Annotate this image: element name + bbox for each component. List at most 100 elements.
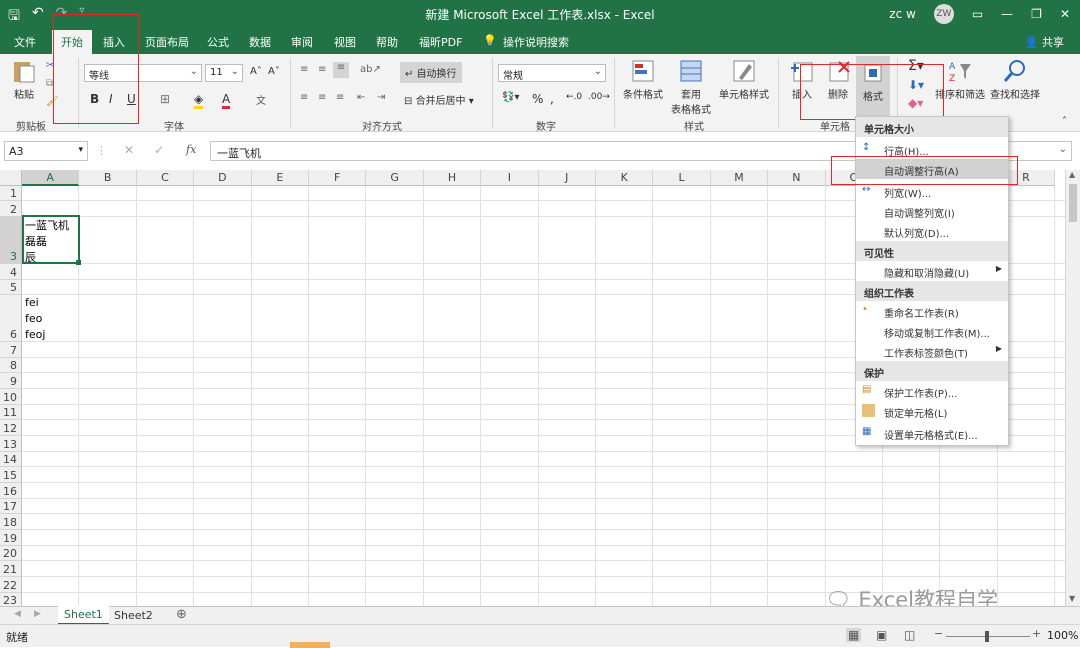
- row-header[interactable]: 10: [0, 389, 22, 405]
- select-all-corner[interactable]: [0, 170, 22, 186]
- row-header[interactable]: 3: [0, 217, 22, 264]
- zoom-out-icon[interactable]: −: [934, 627, 943, 640]
- column-header[interactable]: M: [710, 170, 769, 186]
- merge-center-button[interactable]: ⊟ 合并后居中 ▾: [404, 92, 474, 107]
- decrease-indent-icon[interactable]: ⇤: [357, 92, 365, 103]
- tab-review[interactable]: 审阅: [291, 34, 313, 50]
- decrease-decimal-icon[interactable]: .00→: [588, 92, 610, 102]
- normal-view-icon[interactable]: ▦: [846, 628, 862, 642]
- sheet-tab-sheet1[interactable]: Sheet1: [58, 606, 109, 625]
- row-header[interactable]: 21: [0, 561, 22, 577]
- scroll-up-icon[interactable]: ▲: [1069, 170, 1075, 179]
- scroll-down-icon[interactable]: ▼: [1069, 594, 1075, 603]
- menu-tab-color[interactable]: 工作表标签颜色(T) ▶: [856, 341, 1008, 361]
- paste-button[interactable]: 粘贴: [8, 58, 40, 101]
- percent-icon[interactable]: %: [532, 92, 543, 106]
- row-header[interactable]: 23: [0, 593, 22, 606]
- column-header[interactable]: J: [538, 170, 596, 186]
- conditional-format-button[interactable]: 条件格式: [620, 58, 666, 101]
- tab-view[interactable]: 视图: [334, 34, 356, 50]
- fill-color-icon[interactable]: ◈: [194, 92, 204, 109]
- align-bottom-icon[interactable]: ≡: [333, 62, 349, 78]
- restore-icon[interactable]: ❐: [1031, 7, 1042, 21]
- align-right-icon[interactable]: ≡: [336, 92, 344, 103]
- zoom-in-icon[interactable]: +: [1032, 627, 1041, 640]
- increase-indent-icon[interactable]: ⇥: [377, 92, 385, 103]
- row-header[interactable]: 11: [0, 405, 22, 420]
- zoom-level[interactable]: 100%: [1047, 629, 1078, 642]
- row-header[interactable]: 14: [0, 452, 22, 467]
- row-header[interactable]: 7: [0, 342, 22, 358]
- row-header[interactable]: 20: [0, 546, 22, 561]
- column-header[interactable]: E: [251, 170, 309, 186]
- row-header[interactable]: 16: [0, 483, 22, 499]
- row-header[interactable]: 9: [0, 373, 22, 389]
- column-header[interactable]: N: [768, 170, 826, 186]
- cell-styles-button[interactable]: 单元格样式: [716, 58, 772, 101]
- tab-formulas[interactable]: 公式: [207, 34, 229, 50]
- align-middle-icon[interactable]: ≡: [318, 64, 326, 75]
- row-header[interactable]: 19: [0, 530, 22, 546]
- sheet-tab-sheet2[interactable]: Sheet2: [110, 608, 157, 623]
- find-select-button[interactable]: 查找和选择: [988, 58, 1042, 101]
- orientation-icon[interactable]: ab↗: [360, 64, 381, 75]
- menu-hide-unhide[interactable]: 隐藏和取消隐藏(U) ▶: [856, 261, 1008, 281]
- function-icon[interactable]: fx: [186, 143, 196, 156]
- tell-me-search[interactable]: 操作说明搜索: [503, 34, 569, 50]
- cancel-icon[interactable]: ✕: [124, 143, 134, 157]
- row-header[interactable]: 4: [0, 264, 22, 280]
- row-header[interactable]: 18: [0, 514, 22, 530]
- align-top-icon[interactable]: ≡: [300, 64, 308, 75]
- column-header[interactable]: B: [79, 170, 137, 186]
- row-header[interactable]: 13: [0, 436, 22, 452]
- column-header[interactable]: A: [22, 170, 80, 186]
- menu-default-width[interactable]: 默认列宽(D)...: [856, 221, 1008, 241]
- column-header[interactable]: H: [423, 170, 482, 186]
- row-header[interactable]: 22: [0, 577, 22, 593]
- row-header[interactable]: 1: [0, 186, 22, 201]
- column-header[interactable]: L: [653, 170, 711, 186]
- font-size-select[interactable]: 11 ⌄: [205, 64, 243, 82]
- tab-file[interactable]: 文件: [14, 34, 36, 50]
- prev-sheet-icon[interactable]: ◀: [14, 609, 21, 619]
- fill-handle[interactable]: [76, 260, 81, 265]
- phonetic-icon[interactable]: 文: [256, 92, 266, 107]
- column-header[interactable]: C: [136, 170, 195, 186]
- close-icon[interactable]: ✕: [1060, 7, 1070, 21]
- row-header[interactable]: 8: [0, 358, 22, 373]
- row-header[interactable]: 5: [0, 280, 22, 295]
- scroll-thumb[interactable]: [1069, 184, 1077, 222]
- minimize-icon[interactable]: —: [1001, 7, 1013, 21]
- column-header[interactable]: D: [194, 170, 252, 186]
- menu-lock-cell[interactable]: 锁定单元格(L): [856, 401, 1008, 421]
- column-header[interactable]: F: [309, 170, 367, 186]
- page-layout-view-icon[interactable]: ▣: [876, 628, 887, 642]
- avatar[interactable]: ZW: [933, 4, 954, 24]
- column-header[interactable]: K: [596, 170, 654, 186]
- add-sheet-icon[interactable]: ⊕: [176, 607, 187, 622]
- menu-move-copy[interactable]: 移动或复制工作表(M)...: [856, 321, 1008, 341]
- row-header[interactable]: 17: [0, 499, 22, 514]
- tab-foxit-pdf[interactable]: 福昕PDF: [419, 34, 462, 50]
- share-button[interactable]: 👤 共享: [1025, 34, 1064, 50]
- format-as-table-button[interactable]: 套用 表格格式: [668, 58, 714, 116]
- wrap-text-button[interactable]: ↵ 自动换行: [400, 62, 462, 83]
- ribbon-display-icon[interactable]: ▭: [972, 7, 983, 21]
- number-format-select[interactable]: 常规 ⌄: [498, 64, 606, 82]
- align-center-icon[interactable]: ≡: [318, 92, 326, 103]
- comma-icon[interactable]: ,: [550, 92, 554, 106]
- tab-help[interactable]: 帮助: [376, 34, 398, 50]
- page-break-view-icon[interactable]: ◫: [904, 628, 915, 642]
- menu-protect-sheet[interactable]: ▤ 保护工作表(P)...: [856, 381, 1008, 401]
- column-header[interactable]: I: [481, 170, 539, 186]
- decrease-font-icon[interactable]: A˅: [268, 66, 280, 77]
- vertical-scrollbar[interactable]: ▲ ▼: [1065, 170, 1080, 606]
- menu-format-cells[interactable]: ▦ 设置单元格格式(E)...: [856, 423, 1008, 443]
- tab-data[interactable]: 数据: [249, 34, 271, 50]
- increase-decimal-icon[interactable]: ←.0: [566, 92, 582, 102]
- row-header[interactable]: 6: [0, 295, 22, 342]
- enter-icon[interactable]: ✓: [154, 143, 164, 157]
- zoom-thumb[interactable]: [985, 631, 989, 642]
- currency-icon[interactable]: 💱▾: [502, 92, 519, 103]
- name-box[interactable]: A3 ▾: [4, 141, 88, 161]
